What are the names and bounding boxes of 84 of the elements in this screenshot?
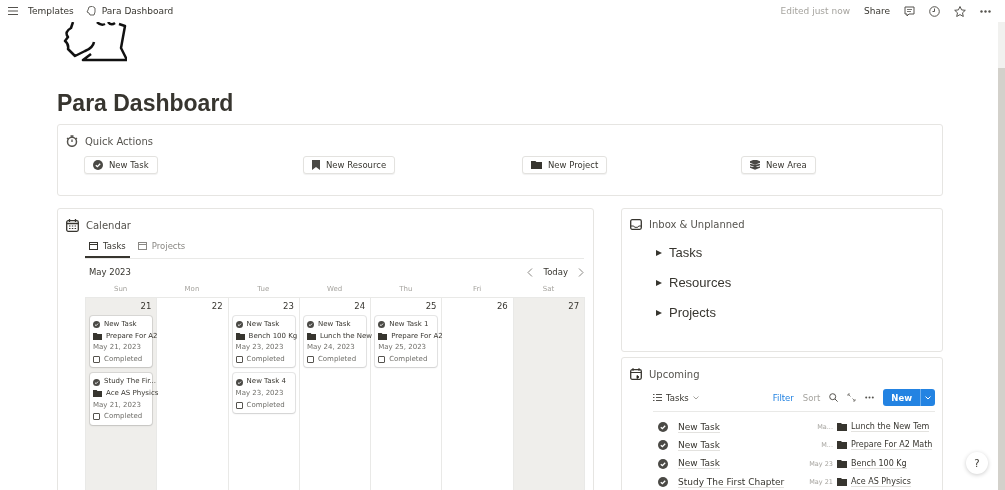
day-number: 26 [496, 301, 508, 311]
view-dropdown[interactable]: Tasks [653, 392, 699, 403]
check-circle-icon [658, 422, 668, 433]
task-link[interactable]: New Task [678, 421, 720, 433]
share-button[interactable]: Share [864, 6, 890, 16]
quick-action-button[interactable]: New Resource [303, 156, 396, 174]
page-title: Para Dashboard [57, 89, 235, 117]
breadcrumb-link[interactable]: Para Dashboard [101, 6, 174, 16]
day-number: 24 [354, 301, 366, 311]
card-title: Calendar [86, 220, 131, 231]
folder-icon [93, 390, 102, 398]
edited-status: Edited just now [780, 6, 850, 16]
check-circle-icon [235, 378, 243, 386]
task-link[interactable]: New Task [678, 458, 720, 470]
folder-icon [306, 332, 316, 340]
quick-action-button[interactable]: New Project [522, 156, 608, 174]
day-number: 27 [568, 301, 580, 311]
new-button[interactable]: New [883, 389, 935, 406]
table-icon [89, 242, 98, 250]
card-title: Upcoming [649, 368, 700, 380]
checkbox[interactable] [378, 356, 386, 364]
view-tab[interactable]: Tasks [85, 238, 130, 258]
day-number: 25 [425, 301, 437, 311]
more-icon[interactable] [865, 396, 875, 399]
layers-icon [750, 160, 760, 170]
search-icon[interactable] [829, 393, 839, 402]
toggle-heading[interactable]: Tasks [669, 245, 703, 260]
check-circle-icon [93, 160, 103, 170]
quick-action-button[interactable]: New Area [741, 156, 816, 174]
card-title: Inbox & Unplanned [649, 219, 745, 230]
clock-icon[interactable] [929, 5, 940, 17]
filter-button[interactable]: Filter [772, 392, 794, 403]
view-tab[interactable]: Projects [133, 238, 190, 258]
calendar-icon [630, 368, 642, 380]
check-circle-icon [93, 321, 100, 329]
quick-action-button[interactable]: New Task [84, 156, 158, 174]
inbox-icon [630, 219, 642, 230]
check-circle-icon [235, 321, 243, 329]
task-link[interactable]: New Task [678, 439, 720, 451]
breadcrumb-link[interactable]: Templates [28, 6, 74, 16]
check-circle-icon [306, 321, 314, 329]
star-icon[interactable] [954, 5, 966, 17]
more-icon[interactable] [980, 9, 991, 13]
list-icon [653, 394, 662, 401]
bookmark-icon [312, 160, 320, 170]
folder-icon [531, 160, 542, 170]
task-link[interactable]: Study The First Chapter [678, 476, 785, 488]
toggle-heading[interactable]: Projects [669, 305, 716, 320]
toggle-arrow-icon[interactable] [656, 249, 662, 256]
day-number: 22 [211, 301, 223, 311]
day-number: 21 [140, 301, 152, 311]
stopwatch-icon [66, 135, 78, 147]
checkbox[interactable] [235, 356, 243, 364]
day-number: 23 [283, 301, 294, 311]
project-link[interactable]: Bench 100 Kg [851, 458, 907, 469]
check-circle-icon [378, 321, 386, 329]
toggle-arrow-icon[interactable] [656, 279, 662, 286]
checkbox[interactable] [306, 356, 314, 364]
help-button[interactable]: ? [966, 452, 988, 474]
check-circle-icon [93, 378, 100, 386]
caret-icon [692, 395, 699, 400]
menu-icon[interactable] [8, 7, 18, 15]
card-title: Quick Actions [85, 135, 153, 147]
calendar-icon [66, 219, 79, 232]
checkbox[interactable] [93, 413, 100, 421]
project-link[interactable]: Ace AS Physics [851, 477, 911, 488]
caret-icon [925, 395, 931, 400]
expand-icon[interactable] [847, 393, 857, 402]
today-button[interactable]: Today [543, 267, 568, 277]
toggle-heading[interactable]: Resources [669, 275, 732, 290]
folder-icon [235, 332, 245, 340]
comment-icon[interactable] [904, 5, 915, 17]
scrollbar[interactable] [998, 22, 1005, 490]
checkbox[interactable] [235, 401, 243, 409]
project-link[interactable]: Prepare For A2 Math [851, 440, 933, 451]
folder-icon [93, 332, 102, 340]
project-link[interactable]: Lunch the New Tem [851, 422, 930, 433]
check-circle-icon [658, 458, 668, 469]
check-circle-icon [658, 440, 668, 451]
month-label: May 2023 [89, 267, 131, 277]
folder-icon [378, 332, 388, 340]
toggle-arrow-icon[interactable] [656, 309, 662, 316]
checkbox[interactable] [93, 356, 100, 364]
table-icon [137, 242, 147, 250]
